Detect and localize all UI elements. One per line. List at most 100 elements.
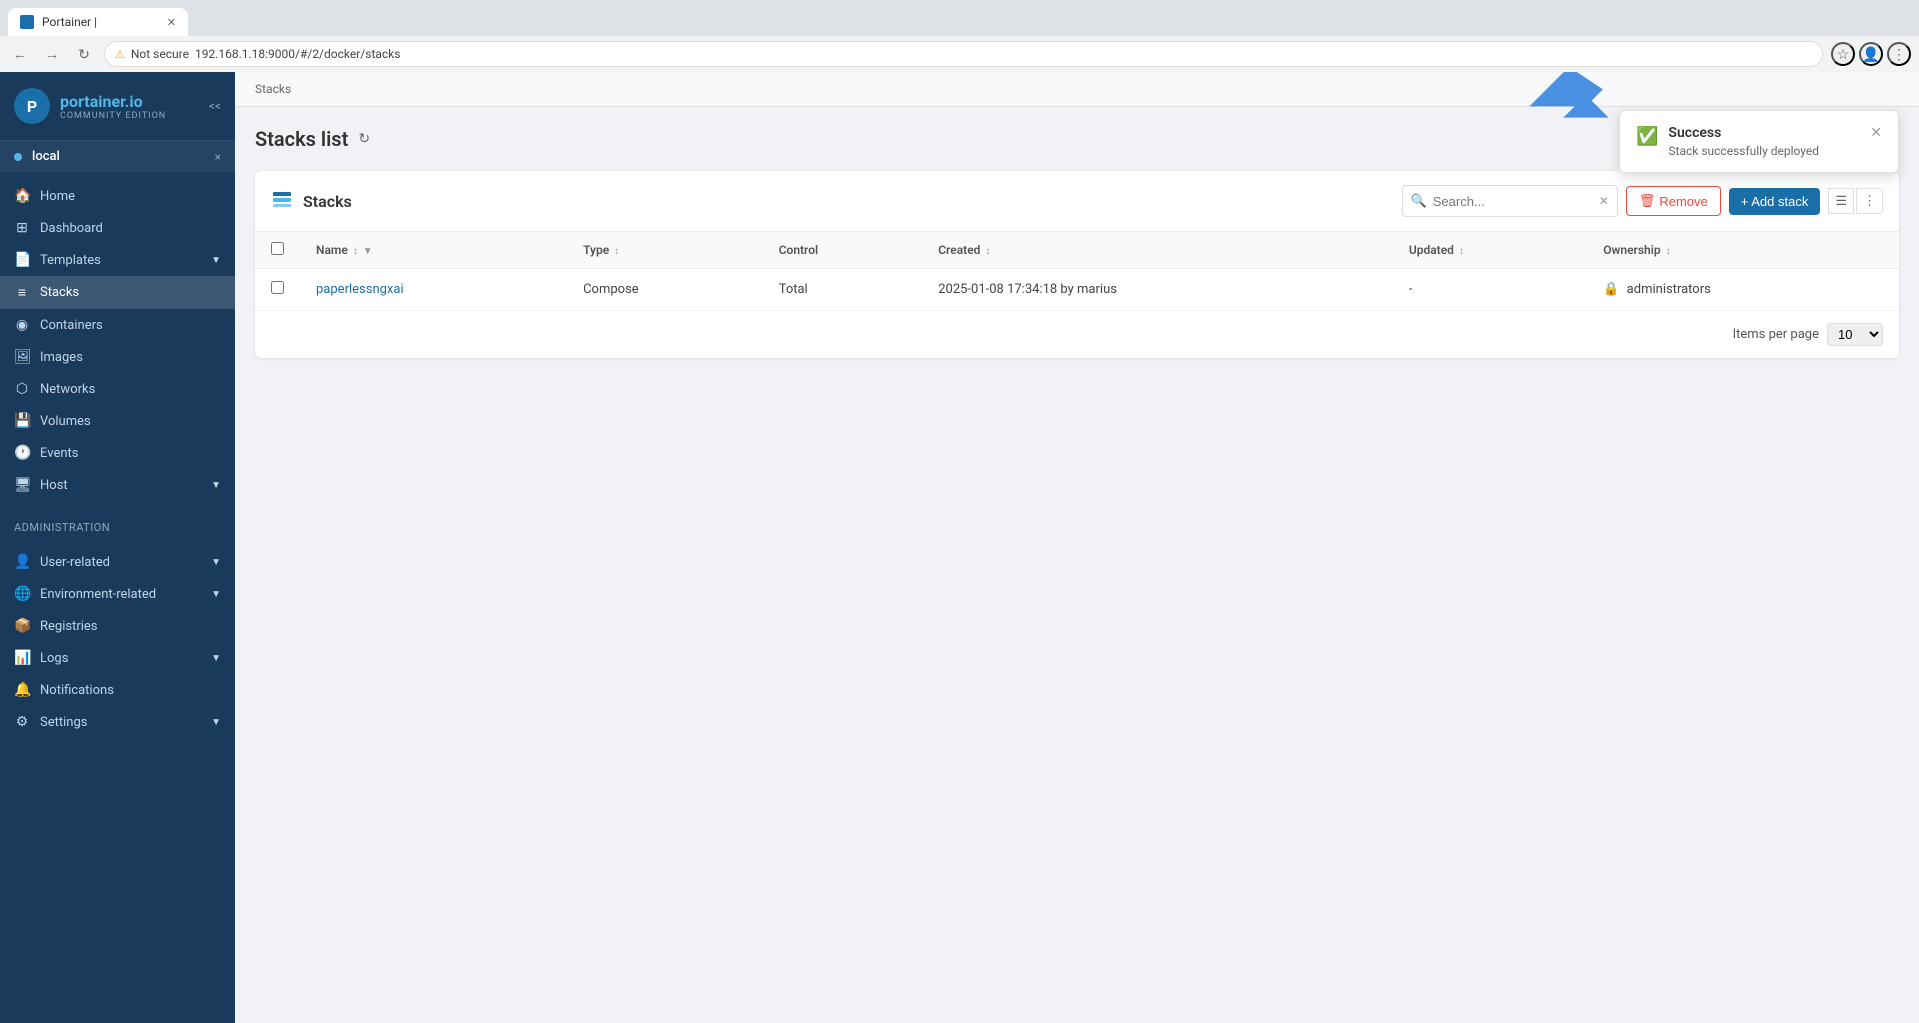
- portainer-logo-icon: P: [14, 88, 50, 124]
- svg-text:P: P: [27, 97, 37, 116]
- toast-title: Success: [1668, 125, 1860, 141]
- list-view-button[interactable]: ☰: [1828, 188, 1854, 214]
- toast-close-button[interactable]: ✕: [1870, 125, 1882, 141]
- environment-related-icon: 🌐: [14, 586, 30, 602]
- sidebar-item-home[interactable]: 🏠 Home: [0, 180, 235, 212]
- edition-label: COMMUNITY EDITION: [60, 111, 166, 121]
- created-col-header[interactable]: Created ↕: [922, 232, 1393, 269]
- type-sort-icon: ↕: [614, 246, 619, 257]
- stacks-panel: Stacks 🔍 ✕ 🗑 Remove + Add stack: [255, 171, 1899, 358]
- table-head: Name ↕ ▼ Type ↕ Control: [255, 232, 1899, 269]
- table-header-row: Name ↕ ▼ Type ↕ Control: [255, 232, 1899, 269]
- add-stack-button[interactable]: + Add stack: [1729, 188, 1821, 215]
- items-per-page-label: Items per page: [1733, 327, 1819, 342]
- home-icon: 🏠: [14, 188, 30, 204]
- containers-icon: ◉: [14, 317, 30, 333]
- sidebar-dashboard-label: Dashboard: [40, 221, 103, 236]
- tab-close-button[interactable]: ✕: [167, 16, 176, 29]
- address-bar[interactable]: ⚠ Not secure 192.168.1.18:9000/#/2/docke…: [104, 41, 1823, 67]
- security-icon: ⚠: [115, 48, 125, 61]
- bookmark-button[interactable]: ☆: [1831, 42, 1855, 66]
- sidebar-item-stacks[interactable]: ≡ Stacks: [0, 276, 235, 309]
- sidebar-item-logs[interactable]: 📊 Logs ▼: [0, 642, 235, 674]
- sidebar-environment[interactable]: local ×: [0, 141, 235, 172]
- remove-button[interactable]: 🗑 Remove: [1626, 186, 1721, 216]
- select-all-col: [255, 232, 300, 269]
- environment-related-chevron-icon: ▼: [211, 589, 221, 600]
- name-filter-icon[interactable]: ▼: [363, 246, 373, 257]
- sidebar-item-registries[interactable]: 📦 Registries: [0, 610, 235, 642]
- sidebar-logo: P portainer.io COMMUNITY EDITION <<: [0, 72, 235, 141]
- sidebar-item-notifications[interactable]: 🔔 Notifications: [0, 674, 235, 706]
- ownership-col-header[interactable]: Ownership ↕: [1587, 232, 1899, 269]
- panel-header: Stacks 🔍 ✕ 🗑 Remove + Add stack: [255, 171, 1899, 232]
- sidebar: P portainer.io COMMUNITY EDITION << loca…: [0, 72, 235, 1023]
- settings-icon: ⚙: [14, 714, 30, 730]
- search-clear-button[interactable]: ✕: [1599, 194, 1609, 208]
- row-name-cell: paperlessngxai: [300, 269, 567, 311]
- sidebar-item-images[interactable]: 🖼 Images: [0, 341, 235, 373]
- env-close-button[interactable]: ×: [215, 150, 221, 164]
- sidebar-item-host[interactable]: 🖥 Host ▼: [0, 469, 235, 501]
- view-toggle: ☰ ⋮: [1828, 188, 1883, 214]
- events-icon: 🕐: [14, 445, 30, 461]
- host-icon: 🖥: [14, 477, 30, 493]
- browser-tabs: Portainer | ✕: [0, 0, 1919, 36]
- forward-button[interactable]: →: [40, 42, 64, 66]
- sidebar-events-label: Events: [40, 446, 78, 461]
- sidebar-volumes-label: Volumes: [40, 414, 91, 429]
- profile-button[interactable]: 👤: [1859, 42, 1883, 66]
- sidebar-item-environment-related[interactable]: 🌐 Environment-related ▼: [0, 578, 235, 610]
- sidebar-item-user-related[interactable]: 👤 User-related ▼: [0, 546, 235, 578]
- updated-col-header[interactable]: Updated ↕: [1393, 232, 1587, 269]
- templates-chevron-icon: ▼: [211, 255, 221, 266]
- env-status-dot: [14, 153, 22, 161]
- refresh-button[interactable]: ↻: [358, 131, 370, 147]
- search-input[interactable]: [1433, 194, 1593, 209]
- sidebar-item-containers[interactable]: ◉ Containers: [0, 309, 235, 341]
- select-all-checkbox[interactable]: [271, 242, 284, 255]
- updated-sort-icon: ↕: [1459, 246, 1464, 257]
- sidebar-notifications-label: Notifications: [40, 683, 114, 698]
- search-icon: 🔍: [1411, 194, 1427, 209]
- tab-favicon: [20, 15, 34, 29]
- settings-chevron-icon: ▼: [211, 717, 221, 728]
- name-col-header[interactable]: Name ↕ ▼: [300, 232, 567, 269]
- row-checkbox[interactable]: [271, 281, 284, 294]
- templates-icon: 📄: [14, 252, 30, 268]
- logs-chevron-icon: ▼: [211, 653, 221, 664]
- sidebar-collapse-button[interactable]: <<: [209, 99, 221, 113]
- reload-button[interactable]: ↻: [72, 42, 96, 66]
- sidebar-item-networks[interactable]: ⬡ Networks: [0, 373, 235, 405]
- sidebar-environment-related-label: Environment-related: [40, 587, 156, 602]
- sidebar-item-dashboard[interactable]: ⊞ Dashboard: [0, 212, 235, 244]
- sidebar-home-label: Home: [40, 189, 75, 204]
- user-related-icon: 👤: [14, 554, 30, 570]
- items-per-page-select[interactable]: 10 25 50 100: [1827, 323, 1883, 346]
- sidebar-item-settings[interactable]: ⚙ Settings ▼: [0, 706, 235, 738]
- browser-toolbar: ← → ↻ ⚠ Not secure 192.168.1.18:9000/#/2…: [0, 36, 1919, 72]
- env-name: local: [32, 149, 60, 164]
- success-toast: ✅ Success Stack successfully deployed ✕: [1619, 110, 1899, 173]
- browser-tab[interactable]: Portainer | ✕: [8, 8, 188, 36]
- sidebar-templates-label: Templates: [40, 253, 101, 268]
- more-options-button[interactable]: ⋮: [1856, 188, 1883, 214]
- stack-name-link[interactable]: paperlessngxai: [316, 282, 404, 297]
- volumes-icon: 💾: [14, 413, 30, 429]
- brand-name: portainer.io: [60, 92, 166, 111]
- search-box[interactable]: 🔍 ✕: [1402, 185, 1618, 217]
- sidebar-images-label: Images: [40, 350, 83, 365]
- menu-button[interactable]: ⋮: [1887, 42, 1911, 66]
- back-button[interactable]: ←: [8, 42, 32, 66]
- sidebar-item-templates[interactable]: 📄 Templates ▼: [0, 244, 235, 276]
- table-body: paperlessngxai Compose Total 2025-01-08 …: [255, 269, 1899, 311]
- sidebar-item-events[interactable]: 🕐 Events: [0, 437, 235, 469]
- sidebar-containers-label: Containers: [40, 318, 103, 333]
- name-col-label: Name: [316, 243, 348, 257]
- remove-trash-icon: 🗑: [1639, 193, 1656, 209]
- sidebar-item-volumes[interactable]: 💾 Volumes: [0, 405, 235, 437]
- type-col-header[interactable]: Type ↕: [567, 232, 763, 269]
- sidebar-networks-label: Networks: [40, 382, 95, 397]
- sidebar-stacks-label: Stacks: [40, 285, 79, 300]
- sidebar-registries-label: Registries: [40, 619, 98, 634]
